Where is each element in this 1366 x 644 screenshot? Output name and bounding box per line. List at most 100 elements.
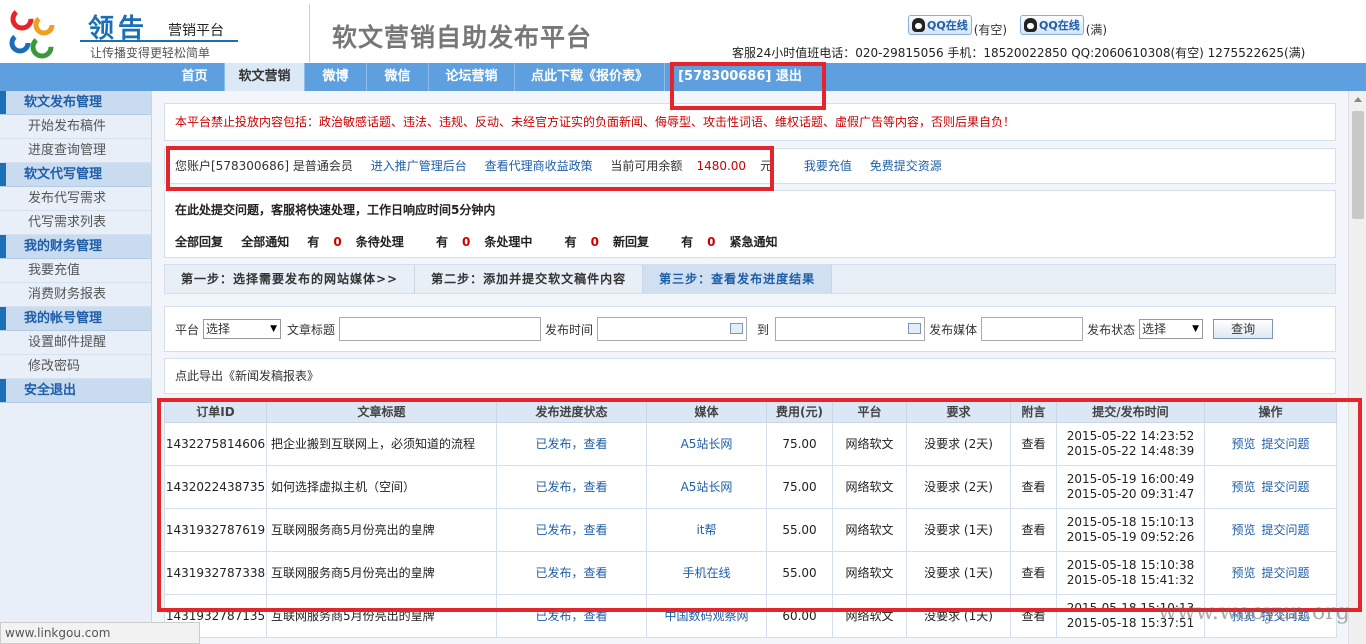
preview-link[interactable]: 预览 (1231, 566, 1255, 580)
sidebar-item-change-password[interactable]: 修改密码 (0, 355, 151, 379)
end-date-input[interactable] (775, 317, 926, 341)
publish-status-link[interactable]: 已发布，查看 (535, 437, 607, 451)
sidebar-item-email-alert[interactable]: 设置邮件提醒 (0, 331, 151, 355)
title-input[interactable] (339, 317, 542, 341)
note-link[interactable]: 查看 (1021, 480, 1045, 494)
processing-count: 0 (462, 235, 471, 249)
requirement: 没要求 (1天) (906, 508, 1011, 552)
table-row: 1431932787338 互联网服务商5月份亮出的皇牌 已发布，查看 手机在线 55.… (164, 551, 1337, 595)
media-label: 发布媒体 (929, 322, 978, 337)
sidebar-item-start-publish[interactable]: 开始发布稿件 (0, 115, 151, 139)
reply-all-link[interactable]: 全部回复 (175, 235, 223, 249)
step-1-tab[interactable]: 第一步：选择需要发布的网站媒体>> (165, 265, 416, 293)
sidebar-group-ghostwrite[interactable]: 软文代写管理 (0, 163, 151, 187)
col-media: 媒体 (646, 400, 767, 423)
media-link[interactable]: A5站长网 (681, 480, 733, 494)
nav-forum[interactable]: 论坛营销 (429, 63, 515, 91)
export-report-link[interactable]: 点此导出《新闻发稿报表》 (164, 358, 1336, 394)
page-title: 软文营销自助发布平台 (332, 23, 593, 52)
step-3-tab[interactable]: 第三步：查看发布进度结果 (643, 265, 833, 293)
nav-soft-article[interactable]: 软文营销 (225, 63, 305, 91)
nav-home[interactable]: 首页 (165, 63, 225, 91)
pending-count: 0 (333, 235, 342, 249)
sidebar-group-finance[interactable]: 我的财务管理 (0, 235, 151, 259)
preview-link[interactable]: 预览 (1231, 523, 1255, 537)
vertical-scrollbar[interactable] (1348, 91, 1366, 644)
sidebar-group-publish[interactable]: 软文发布管理 (0, 91, 151, 115)
preview-link[interactable]: 预览 (1231, 480, 1255, 494)
publish-status-link[interactable]: 已发布，查看 (535, 609, 607, 623)
submit-issue-link[interactable]: 提交问题 (1262, 566, 1310, 580)
support-links: 全部回复 全部通知 有 0 条待处理 有 0 条处理中 有 0 新回复 有 0 紧急通知 (175, 233, 806, 250)
platform-select[interactable]: 选择 (203, 319, 282, 339)
urgent-count: 0 (707, 235, 716, 249)
pending-link[interactable]: 有 0 条待处理 (307, 235, 417, 249)
scroll-thumb[interactable] (1352, 111, 1364, 219)
promo-admin-link[interactable]: 进入推广管理后台 (371, 159, 467, 173)
sidebar-item-recharge[interactable]: 我要充值 (0, 259, 151, 283)
publish-status-link[interactable]: 已发布，查看 (535, 523, 607, 537)
submit-issue-link[interactable]: 提交问题 (1262, 437, 1310, 451)
platform-label: 平台 (175, 322, 200, 337)
urgent-notice-link[interactable]: 有 0 紧急通知 (681, 235, 791, 249)
media-link[interactable]: 中国数码观察网 (664, 609, 748, 623)
note-link[interactable]: 查看 (1021, 523, 1045, 537)
search-filter: 平台 选择 文章标题 发布时间 到 发布媒体 发布状态 选择 查询 (164, 306, 1336, 352)
col-requirement: 要求 (906, 400, 1011, 423)
media-link[interactable]: A5站长网 (681, 437, 733, 451)
table-header: 订单ID 文章标题 发布进度状态 媒体 费用(元) 平台 要求 附言 提交/发布… (164, 400, 1337, 423)
publish-status: 已发布，查看 (496, 594, 647, 638)
nav-download-pricelist[interactable]: 点此下载《报价表》 (515, 63, 665, 91)
status-select[interactable]: 选择 (1139, 319, 1204, 339)
free-resource-link[interactable]: 免费提交资源 (870, 159, 942, 173)
nav-wechat[interactable]: 微信 (367, 63, 429, 91)
nav-logout[interactable]: [578300686] 退出 (665, 63, 815, 91)
processing-link[interactable]: 有 0 条处理中 (436, 235, 546, 249)
media-input[interactable] (981, 317, 1084, 341)
recharge-link[interactable]: 我要充值 (804, 159, 852, 173)
submit-issue-link[interactable]: 提交问题 (1262, 523, 1310, 537)
submit-time: 2015-05-18 15:10:38 (1066, 558, 1195, 572)
note-link[interactable]: 查看 (1021, 566, 1045, 580)
nav-weibo[interactable]: 微博 (305, 63, 367, 91)
notify-all-link[interactable]: 全部通知 (241, 235, 289, 249)
step-2-tab[interactable]: 第二步：添加并提交软文稿件内容 (415, 265, 644, 293)
note-link[interactable]: 查看 (1021, 609, 1045, 623)
agent-policy-link[interactable]: 查看代理商收益政策 (485, 159, 593, 173)
time-cell: 2015-05-19 16:00:49 2015-05-20 09:31:47 (1056, 465, 1205, 509)
publish-status-link[interactable]: 已发布，查看 (535, 566, 607, 580)
title-label: 文章标题 (287, 322, 336, 337)
sidebar-item-progress-query[interactable]: 进度查询管理 (0, 139, 151, 163)
preview-link[interactable]: 预览 (1231, 437, 1255, 451)
publish-status-link[interactable]: 已发布，查看 (535, 480, 607, 494)
urgent-suffix: 紧急通知 (729, 235, 778, 249)
new-reply-prefix: 有 (564, 235, 577, 249)
fee: 55.00 (766, 551, 833, 595)
qq-status-1: (有空) (973, 22, 1008, 37)
qq-contact-1: QQ在线 (有空) (908, 14, 1008, 37)
calendar-icon[interactable] (730, 323, 744, 334)
qq-online-button-1[interactable]: QQ在线 (908, 15, 972, 35)
sidebar-item-finance-report[interactable]: 消费财务报表 (0, 283, 151, 307)
sidebar-item-post-request[interactable]: 发布代写需求 (0, 187, 151, 211)
brand-subtitle: 营销平台 (168, 23, 224, 39)
calendar-icon[interactable] (908, 323, 922, 334)
sidebar-item-logout[interactable]: 安全退出 (0, 379, 151, 403)
to-label: 到 (757, 322, 770, 337)
submit-issue-link[interactable]: 提交问题 (1262, 480, 1310, 494)
scroll-up-icon[interactable] (1354, 97, 1362, 102)
search-button[interactable]: 查询 (1213, 319, 1274, 339)
qq-online-button-2[interactable]: QQ在线 (1020, 15, 1084, 35)
sidebar-item-request-list[interactable]: 代写需求列表 (0, 211, 151, 235)
note-link[interactable]: 查看 (1021, 437, 1045, 451)
policy-notice: 本平台禁止投放内容包括：政治敏感话题、违法、违规、反动、未经官方证实的负面新闻、… (164, 103, 1336, 141)
submit-time: 2015-05-22 14:23:52 (1066, 429, 1195, 443)
order-id: 1431932787619 (164, 508, 267, 552)
media-link[interactable]: 手机在线 (682, 566, 730, 580)
status-label: 发布状态 (1087, 322, 1136, 337)
start-date-input[interactable] (597, 317, 748, 341)
publish-time: 2015-05-20 09:31:47 (1066, 487, 1195, 501)
sidebar-group-account[interactable]: 我的帐号管理 (0, 307, 151, 331)
new-reply-link[interactable]: 有 0 新回复 (565, 235, 663, 249)
media-link[interactable]: it帮 (696, 523, 716, 537)
